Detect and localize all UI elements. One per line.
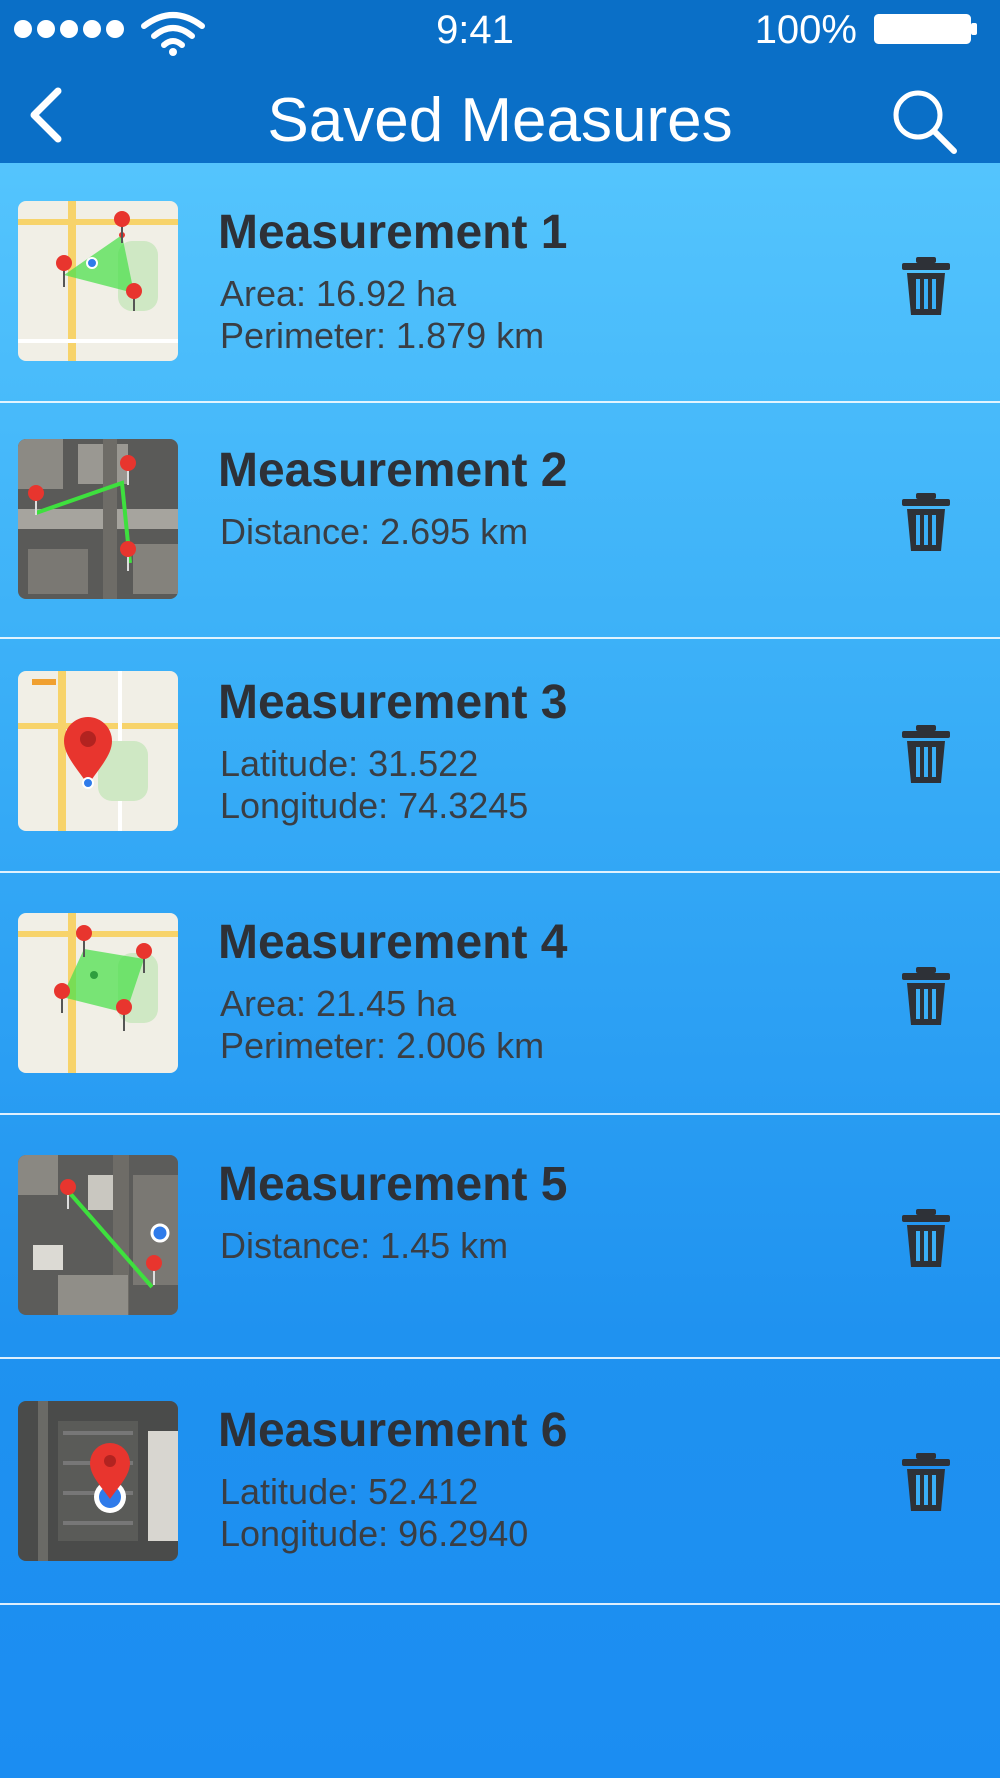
trash-icon[interactable] (900, 1207, 952, 1269)
trash-icon[interactable] (900, 255, 952, 317)
satellite-distance-thumbnail (18, 1155, 178, 1315)
trash-icon[interactable] (900, 723, 952, 785)
trash-icon[interactable] (900, 965, 952, 1027)
measurement-detail: Perimeter: 1.879 km (220, 315, 545, 356)
map-pin-thumbnail (18, 671, 178, 831)
battery-icon (874, 14, 977, 44)
measurement-detail: Area: 16.92 ha (220, 273, 457, 314)
measurement-name: Measurement 2 (218, 444, 568, 497)
trash-icon[interactable] (900, 1451, 952, 1513)
map-area-thumbnail (18, 913, 178, 1073)
measurement-row[interactable]: Measurement 2 Distance: 2.695 km (0, 403, 1000, 639)
top-bar: 9:41 100% Saved Measures (0, 0, 1000, 163)
saved-measures-screen: 9:41 100% Saved Measures Measurement 1 A… (0, 0, 1000, 1778)
measurement-row[interactable]: Measurement 6 Latitude: 52.412 Longitude… (0, 1359, 1000, 1605)
measurements-list: Measurement 1 Area: 16.92 ha Perimeter: … (0, 163, 1000, 1605)
measurement-row[interactable]: Measurement 4 Area: 21.45 ha Perimeter: … (0, 873, 1000, 1115)
status-bar: 9:41 100% (0, 0, 1000, 60)
search-icon[interactable] (890, 87, 960, 157)
satellite-pin-thumbnail (18, 1401, 178, 1561)
navigation-bar: Saved Measures (0, 75, 1000, 163)
measurement-detail: Perimeter: 2.006 km (220, 1025, 545, 1066)
measurement-name: Measurement 5 (218, 1158, 568, 1211)
measurement-detail: Longitude: 74.3245 (220, 785, 529, 826)
measurement-detail: Distance: 2.695 km (220, 511, 529, 552)
measurement-row[interactable]: Measurement 5 Distance: 1.45 km (0, 1115, 1000, 1359)
measurement-detail: Latitude: 52.412 (220, 1471, 479, 1512)
measurement-detail: Distance: 1.45 km (220, 1225, 509, 1266)
measurement-name: Measurement 1 (218, 206, 568, 259)
measurement-detail: Longitude: 96.2940 (220, 1513, 529, 1554)
measurement-row[interactable]: Measurement 3 Latitude: 31.522 Longitude… (0, 639, 1000, 873)
measurement-row[interactable]: Measurement 1 Area: 16.92 ha Perimeter: … (0, 163, 1000, 403)
measurement-name: Measurement 4 (218, 916, 568, 969)
measurement-name: Measurement 6 (218, 1404, 568, 1457)
satellite-distance-thumbnail (18, 439, 178, 599)
measurement-detail: Area: 21.45 ha (220, 983, 457, 1024)
map-area-thumbnail (18, 201, 178, 361)
measurement-detail: Latitude: 31.522 (220, 743, 479, 784)
battery-percentage: 100% (754, 8, 857, 52)
page-title: Saved Measures (267, 86, 733, 155)
measurement-name: Measurement 3 (218, 676, 568, 729)
trash-icon[interactable] (900, 491, 952, 553)
